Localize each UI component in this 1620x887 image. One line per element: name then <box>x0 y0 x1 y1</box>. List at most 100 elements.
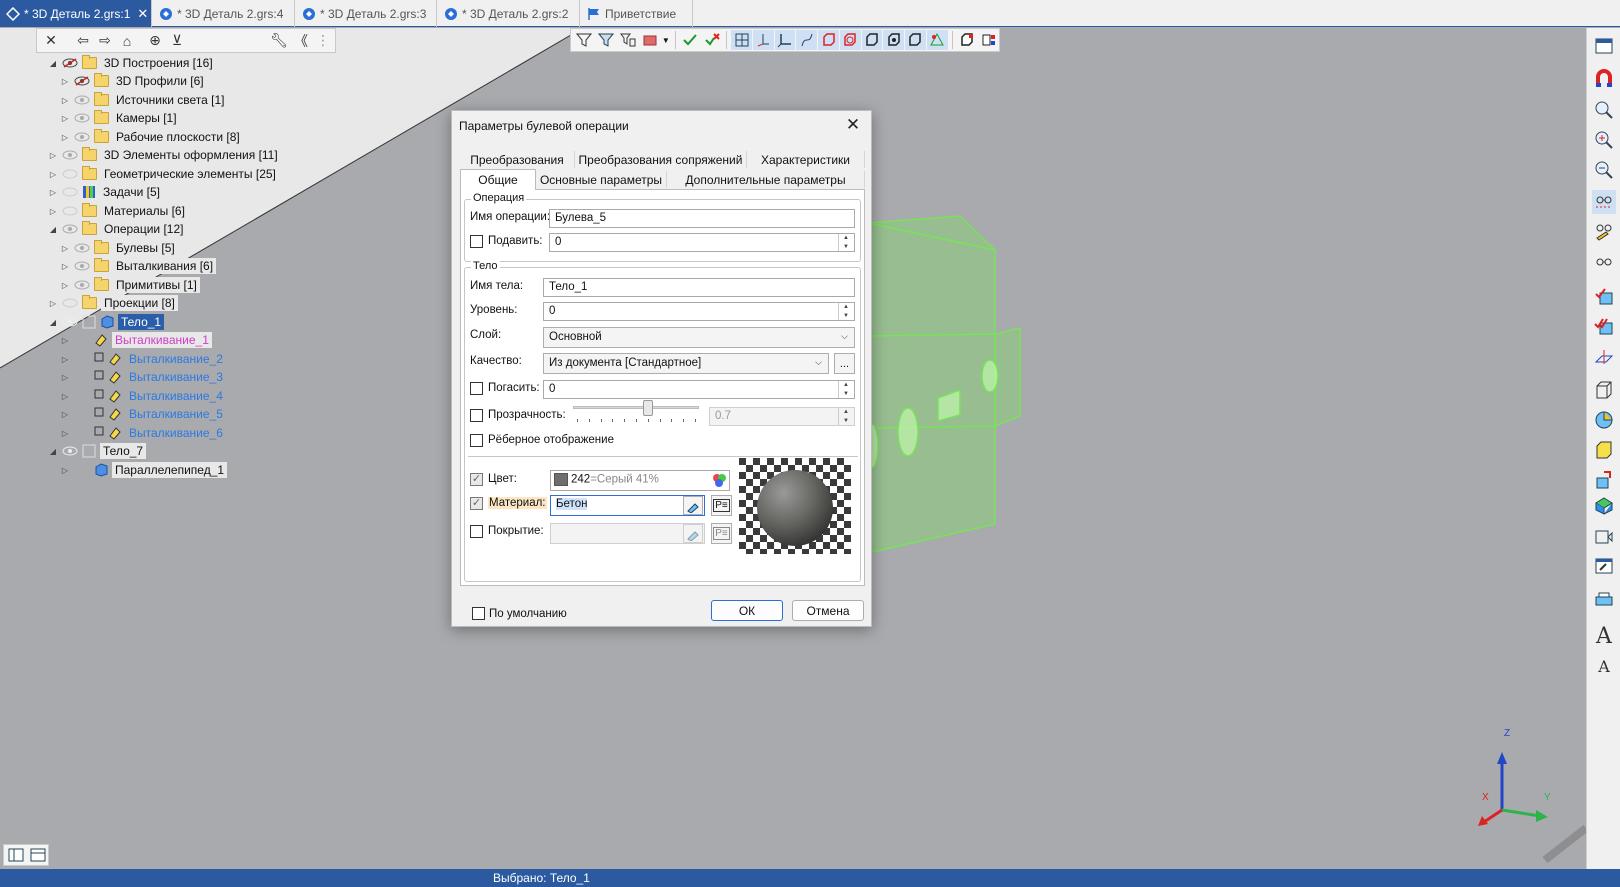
tab-characteristics[interactable]: Характеристики <box>747 151 865 168</box>
tree-item[interactable]: ▷ Источники света [1] <box>60 91 228 109</box>
doc-tab-2[interactable]: * 3D Деталь 2.grs:2 <box>437 0 580 27</box>
eye-icon[interactable] <box>74 372 90 382</box>
expand-icon[interactable]: ▷ <box>60 114 70 123</box>
shape-icon[interactable] <box>926 30 948 50</box>
curve-icon[interactable] <box>796 30 818 50</box>
coating-field[interactable] <box>550 523 705 544</box>
eye-hidden-icon[interactable] <box>62 58 78 68</box>
tree-item[interactable]: ▷ Примитивы [1] <box>60 276 200 294</box>
close-tree-button[interactable]: ✕ <box>41 31 61 51</box>
eye-icon[interactable] <box>74 428 90 438</box>
axis-snap-icon[interactable] <box>752 30 774 50</box>
glasses-view-icon[interactable] <box>1592 190 1616 214</box>
body-name-field[interactable]: Тело_1 <box>543 278 855 297</box>
transparency-checkbox[interactable] <box>470 409 483 422</box>
eye-icon[interactable] <box>74 409 90 419</box>
face-red-icon[interactable] <box>839 30 861 50</box>
camera-view-icon[interactable] <box>1592 524 1616 548</box>
tree-item[interactable]: ▷ Рабочие плоскости [8] <box>60 128 243 146</box>
cancel-button[interactable]: Отмена <box>792 600 864 621</box>
eye-icon[interactable] <box>74 113 90 123</box>
green-cube-icon[interactable] <box>1592 494 1616 518</box>
level-field[interactable]: 0 <box>543 302 855 321</box>
close-icon[interactable]: ✕ <box>137 6 148 22</box>
expand-icon[interactable]: ▷ <box>60 392 70 401</box>
eye-hidden-icon[interactable] <box>74 76 90 86</box>
glasses-icon[interactable] <box>1592 250 1616 274</box>
tree-item-body-7[interactable]: ◢ Тело_7 <box>48 442 147 460</box>
yellow-cube-icon[interactable] <box>1592 438 1616 462</box>
slider-thumb[interactable] <box>643 400 653 416</box>
collapse-icon[interactable]: ◢ <box>48 225 58 234</box>
hide-field[interactable]: 0 <box>543 380 855 399</box>
box-red-icon[interactable] <box>818 30 839 50</box>
expand-icon[interactable]: ▷ <box>60 336 70 345</box>
glasses-pencil-icon[interactable] <box>1592 220 1616 244</box>
tab-main-params[interactable]: Основные параметры <box>536 171 667 188</box>
expand-icon[interactable]: ▷ <box>60 410 70 419</box>
wire-cube-icon[interactable] <box>1592 378 1616 402</box>
filter-dropdown-icon[interactable]: ⊻ <box>167 31 187 51</box>
eye-icon[interactable] <box>74 280 90 290</box>
multi-body-icon[interactable] <box>978 30 999 50</box>
expand-icon[interactable]: ▷ <box>60 466 70 475</box>
eye-icon[interactable] <box>62 150 78 160</box>
expand-icon[interactable]: ▷ <box>60 244 70 253</box>
quality-more-button[interactable]: ... <box>834 353 855 374</box>
tree-item[interactable]: ▷ Материалы [6] <box>48 202 188 220</box>
close-icon[interactable]: ✕ <box>843 115 863 135</box>
tree-item[interactable]: ▷ 3D Профили [6] <box>60 72 207 90</box>
axes-icon[interactable] <box>774 30 796 50</box>
expand-icon[interactable]: ▷ <box>60 355 70 364</box>
text-small-icon[interactable]: A <box>1592 654 1616 678</box>
home-icon[interactable]: ⌂ <box>117 31 137 51</box>
eye-icon[interactable] <box>74 132 90 142</box>
forward-button[interactable]: ⇨ <box>95 31 115 51</box>
collapse-icon[interactable]: ◢ <box>48 59 58 68</box>
tree-item[interactable]: ▷ Выталкивание_3 <box>60 368 226 386</box>
zoom-in-icon[interactable] <box>1592 128 1616 152</box>
zoom-out-icon[interactable] <box>1592 158 1616 182</box>
expand-icon[interactable]: ▷ <box>60 77 70 86</box>
magnet-snap-icon[interactable] <box>1592 66 1616 90</box>
filter-set-icon[interactable] <box>617 30 638 50</box>
expand-icon[interactable]: ▷ <box>48 151 58 160</box>
eye-icon[interactable] <box>74 335 90 345</box>
transparency-field[interactable]: 0.7 <box>709 407 855 426</box>
panel-view-icon[interactable] <box>28 845 48 865</box>
eye-icon[interactable] <box>74 391 90 401</box>
quality-select[interactable]: Из документа [Стандартное] ⌵ <box>543 353 829 374</box>
tab-extra-params[interactable]: Дополнительные параметры <box>667 171 865 188</box>
expand-icon[interactable]: ▷ <box>60 373 70 382</box>
split-view-icon[interactable] <box>6 845 26 865</box>
doc-tab-1[interactable]: * 3D Деталь 2.grs:1 ✕ <box>0 0 152 27</box>
material-pick-button[interactable] <box>683 496 703 515</box>
eye-icon[interactable] <box>74 261 90 271</box>
eye-icon[interactable] <box>62 446 78 456</box>
tree-item[interactable]: ▷ Выталкивание_2 <box>60 350 226 368</box>
default-checkbox[interactable] <box>472 607 485 620</box>
collapse-icon[interactable]: ◢ <box>48 318 58 327</box>
eye-icon[interactable] <box>62 187 78 197</box>
color-filter-icon[interactable] <box>639 30 660 50</box>
eye-icon[interactable] <box>62 169 78 179</box>
eye-icon[interactable] <box>62 298 78 308</box>
tree-item[interactable]: ◢ Операции [12] <box>48 220 186 238</box>
tree-item[interactable]: ▷ Выталкивание_5 <box>60 405 226 423</box>
color-field[interactable]: 242=Серый 41% <box>550 470 730 491</box>
body-select-icon[interactable] <box>957 30 978 50</box>
expand-icon[interactable]: ▷ <box>48 299 58 308</box>
expand-icon[interactable]: ▷ <box>48 170 58 179</box>
eye-icon[interactable] <box>62 317 78 327</box>
doc-tab-4[interactable]: * 3D Деталь 2.grs:4 <box>152 0 295 27</box>
tree-item[interactable]: ▷ Булевы [5] <box>60 239 178 257</box>
material-checkbox[interactable]: ✓ <box>470 497 483 510</box>
tree-item[interactable]: ▷ Выталкивание_6 <box>60 424 226 442</box>
expand-icon[interactable]: ▷ <box>60 133 70 142</box>
deselect-icon[interactable] <box>702 30 723 50</box>
double-check-cube-icon[interactable] <box>1592 314 1616 338</box>
layer-select[interactable]: Основной ⌵ <box>543 327 855 348</box>
tree-item[interactable]: ▷ Задачи [5] <box>48 183 163 201</box>
tree-item[interactable]: ◢ 3D Построения [16] <box>48 54 216 72</box>
dropdown-icon[interactable]: ▼ <box>661 30 671 50</box>
